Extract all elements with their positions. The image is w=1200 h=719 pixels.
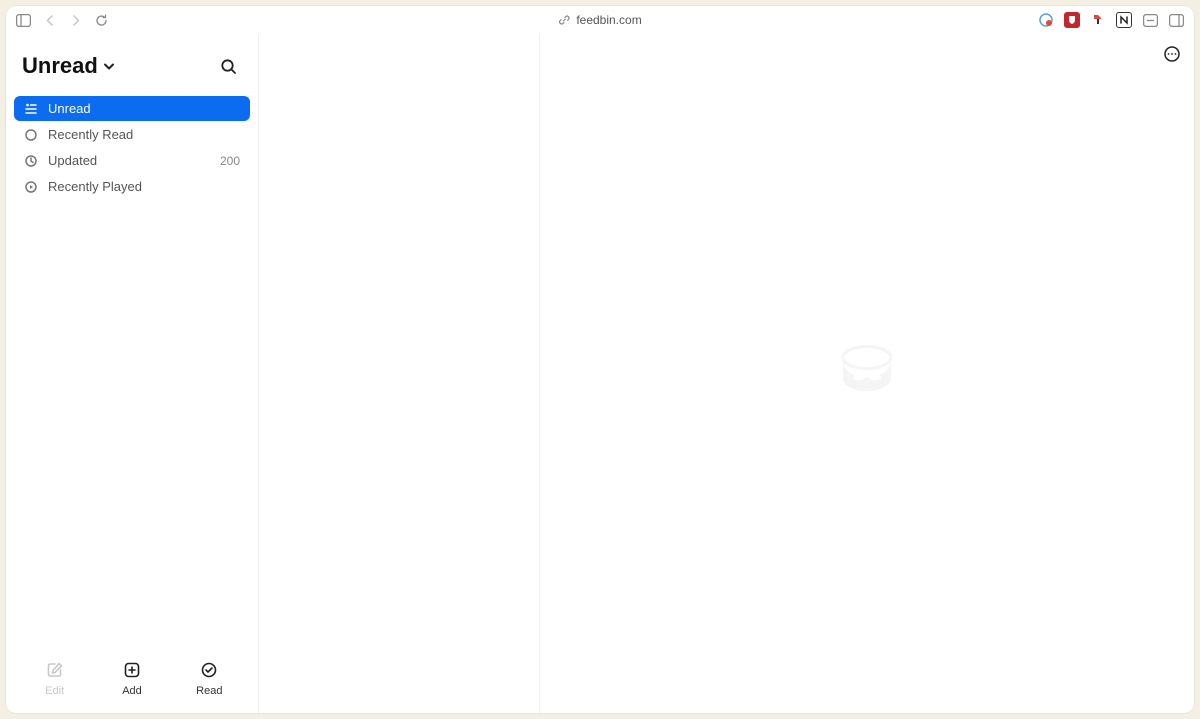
extension-icon-ublock[interactable] bbox=[1064, 12, 1080, 28]
plus-square-icon bbox=[123, 661, 141, 679]
extension-icon-1[interactable] bbox=[1038, 12, 1054, 28]
nav-item-recently-played[interactable]: Recently Played bbox=[14, 174, 250, 199]
sidebar: Unread Unread Recently Read bbox=[6, 34, 259, 713]
chevron-down-icon bbox=[102, 59, 116, 73]
browser-window: feedbin.com bbox=[6, 6, 1194, 713]
more-icon bbox=[1163, 45, 1181, 63]
chrome-right-controls bbox=[1038, 12, 1184, 28]
nav-item-label: Unread bbox=[48, 101, 230, 116]
content-toolbar bbox=[1160, 42, 1184, 66]
play-icon bbox=[24, 180, 38, 194]
back-icon[interactable] bbox=[45, 15, 56, 26]
feedbin-logo-placeholder bbox=[839, 343, 895, 404]
browser-chrome: feedbin.com bbox=[6, 6, 1194, 34]
content-pane bbox=[540, 34, 1194, 713]
view-selector[interactable]: Unread bbox=[22, 53, 116, 79]
circle-icon bbox=[24, 128, 38, 142]
edit-button: Edit bbox=[25, 661, 85, 697]
reload-icon[interactable] bbox=[95, 14, 108, 27]
nav-item-recently-read[interactable]: Recently Read bbox=[14, 122, 250, 147]
nav-item-count: 200 bbox=[220, 154, 240, 168]
link-icon bbox=[558, 14, 570, 26]
entries-column bbox=[259, 34, 540, 713]
add-button[interactable]: Add bbox=[102, 661, 162, 697]
nav-item-label: Recently Read bbox=[48, 127, 230, 142]
check-circle-icon bbox=[200, 661, 218, 679]
nav-item-label: Recently Played bbox=[48, 179, 230, 194]
nav-item-updated[interactable]: Updated 200 bbox=[14, 148, 250, 173]
edit-icon bbox=[46, 661, 64, 679]
page-title: Unread bbox=[22, 53, 98, 79]
read-label: Read bbox=[196, 685, 222, 697]
nav-list: Unread Recently Read Updated 200 Recentl… bbox=[6, 90, 258, 205]
url-text: feedbin.com bbox=[576, 13, 641, 27]
extension-icon-notion[interactable] bbox=[1116, 12, 1132, 28]
search-button[interactable] bbox=[214, 52, 242, 80]
more-button[interactable] bbox=[1160, 42, 1184, 66]
edit-label: Edit bbox=[45, 685, 64, 697]
add-label: Add bbox=[122, 685, 142, 697]
app-body: Unread Unread Recently Read bbox=[6, 34, 1194, 713]
tab-overview-icon[interactable] bbox=[1168, 12, 1184, 28]
search-icon bbox=[220, 58, 237, 75]
nav-item-label: Updated bbox=[48, 153, 210, 168]
clock-icon bbox=[24, 154, 38, 168]
forward-icon[interactable] bbox=[70, 15, 81, 26]
sidebar-footer: Edit Add Read bbox=[6, 649, 258, 713]
address-bar[interactable]: feedbin.com bbox=[558, 13, 641, 27]
sidebar-header: Unread bbox=[6, 34, 258, 90]
unread-icon bbox=[24, 102, 38, 116]
chrome-left-controls bbox=[16, 14, 108, 27]
extension-icon-3[interactable] bbox=[1090, 12, 1106, 28]
extension-icon-5[interactable] bbox=[1142, 12, 1158, 28]
read-button[interactable]: Read bbox=[179, 661, 239, 697]
nav-item-unread[interactable]: Unread bbox=[14, 96, 250, 121]
sidebar-toggle-icon[interactable] bbox=[16, 14, 31, 27]
